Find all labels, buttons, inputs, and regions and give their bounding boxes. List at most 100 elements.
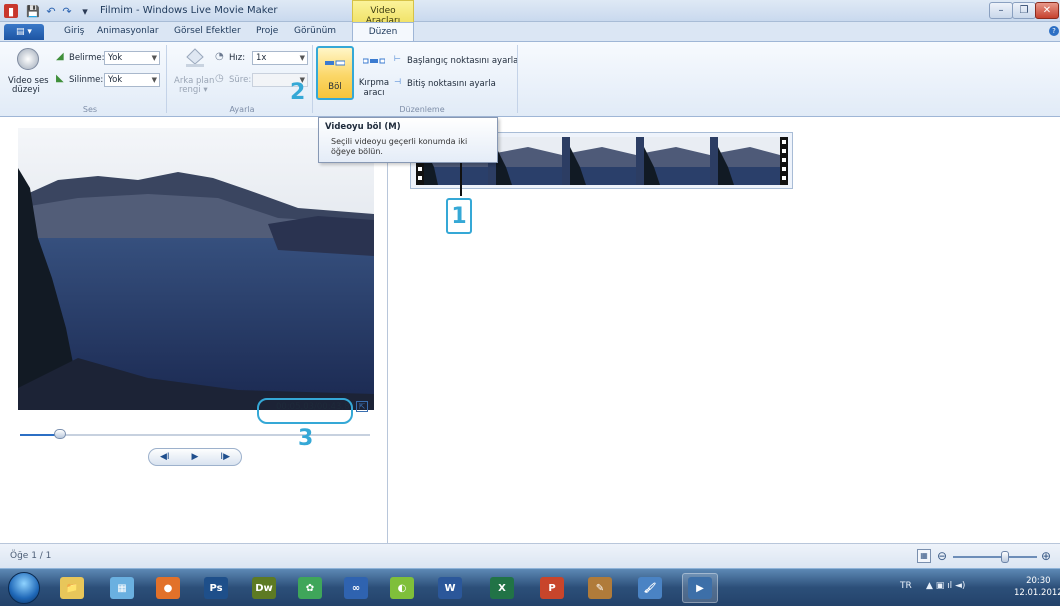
fade-out-label: Silinme: bbox=[69, 75, 104, 85]
zoom-in-button[interactable]: ⊕ bbox=[1041, 549, 1051, 563]
maximize-button[interactable]: ❐ bbox=[1012, 2, 1036, 19]
item-count: Öğe 1 / 1 bbox=[10, 551, 52, 561]
seek-bar-thumb[interactable] bbox=[54, 429, 67, 439]
tab-home[interactable]: Giriş bbox=[64, 26, 84, 36]
fade-out-select[interactable]: Yok ▼ bbox=[104, 73, 160, 87]
taskbar-explorer-icon[interactable]: 📁 bbox=[54, 573, 90, 603]
annotation-box-1: 1 bbox=[446, 198, 472, 234]
taskbar-firefox-icon[interactable]: ● bbox=[150, 573, 186, 603]
fade-in-label: Belirme: bbox=[69, 53, 105, 63]
ribbon: Video ses düzeyi ◢ Belirme: Yok ▼ ◣ Silin… bbox=[0, 41, 1060, 117]
group-label-adjust: Ayarla bbox=[229, 105, 255, 114]
zoom-slider-thumb[interactable] bbox=[1001, 551, 1010, 563]
context-tab-video-tools: Video Araçları bbox=[352, 0, 414, 26]
dreamweaver-glyph: Dw bbox=[252, 577, 276, 599]
set-end-icon: ⊣ bbox=[394, 77, 401, 86]
duration-label: Süre: bbox=[229, 75, 252, 85]
annotation-number-2: 2 bbox=[290, 80, 306, 105]
tab-animations[interactable]: Animasyonlar bbox=[97, 26, 159, 36]
playback-controls: ◀I ▶ I▶ bbox=[148, 448, 242, 466]
file-menu-button[interactable]: ▤ ▾ bbox=[4, 24, 44, 40]
video-volume-icon[interactable] bbox=[17, 48, 39, 70]
taskbar-notepad-icon[interactable]: ✎ bbox=[582, 573, 618, 603]
thumbnail-size-icon[interactable]: ▦ bbox=[917, 549, 931, 563]
taskbar-excel-icon[interactable]: X bbox=[484, 573, 520, 603]
taskbar-photoshop-icon[interactable]: Ps bbox=[198, 573, 234, 603]
app-menu-icon[interactable]: ▮ bbox=[4, 4, 18, 18]
fullscreen-icon[interactable]: ⇱ bbox=[356, 401, 368, 412]
language-indicator[interactable]: TR bbox=[900, 581, 912, 591]
close-button[interactable]: ✕ bbox=[1035, 2, 1059, 19]
video-preview[interactable] bbox=[18, 128, 374, 410]
tab-view[interactable]: Görünüm bbox=[294, 26, 336, 36]
help-icon[interactable]: ? bbox=[1049, 26, 1059, 36]
taskbar: 📁 ▦ ● Ps Dw ✿ ∞ ◐ W X P ✎ 🖌 ▶ TR ▲ ▣ ıl ◄) 20:30 12.0… bbox=[0, 568, 1060, 606]
ribbon-tabs: ▤ ▾ Giriş Animasyonlar Görsel Efektler P… bbox=[0, 22, 1060, 42]
taskbar-connector-icon[interactable]: ∞ bbox=[338, 573, 374, 603]
ribbon-separator bbox=[166, 45, 167, 113]
split-icon bbox=[325, 60, 345, 66]
undo-icon[interactable]: ↶ bbox=[44, 4, 58, 18]
title-bar: ▮ 💾 ↶ ↷ ▾ Filmim - Windows Live Movie Ma… bbox=[0, 0, 1060, 26]
tab-project[interactable]: Proje bbox=[256, 26, 278, 36]
redo-icon[interactable]: ↷ bbox=[60, 4, 74, 18]
status-bar: Öğe 1 / 1 ▦ ⊖ ⊕ bbox=[0, 543, 1060, 568]
annotation-box-3 bbox=[257, 398, 353, 424]
word-glyph: W bbox=[438, 577, 462, 599]
chevron-down-icon: ▼ bbox=[151, 76, 157, 84]
tab-visual-effects[interactable]: Görsel Efektler bbox=[174, 26, 241, 36]
taskbar-live-messenger-icon[interactable]: ✿ bbox=[292, 573, 328, 603]
trim-tool-icon[interactable] bbox=[363, 57, 385, 65]
paint-glyph: 🖌 bbox=[638, 577, 662, 599]
taskbar-word-icon[interactable]: W bbox=[432, 573, 468, 603]
live-messenger-glyph: ✿ bbox=[298, 577, 322, 599]
taskbar-paint-icon[interactable]: 🖌 bbox=[632, 573, 668, 603]
video-volume-label-2[interactable]: düzeyi bbox=[12, 85, 40, 95]
taskbar-movie-maker-icon[interactable]: ▶ bbox=[682, 573, 718, 603]
movie-maker-glyph: ▶ bbox=[688, 577, 712, 599]
annotation-number-3: 3 bbox=[298, 426, 314, 451]
set-start-point-button[interactable]: Başlangıç noktasını ayarla bbox=[407, 56, 518, 66]
start-button[interactable] bbox=[8, 572, 40, 604]
media-glyph: ◐ bbox=[390, 577, 414, 599]
previous-frame-button[interactable]: ◀I bbox=[160, 452, 170, 462]
clock-time: 20:30 bbox=[1026, 576, 1051, 586]
seek-bar[interactable] bbox=[20, 434, 370, 436]
next-frame-button[interactable]: I▶ bbox=[220, 452, 230, 462]
play-button[interactable]: ▶ bbox=[192, 452, 199, 462]
fade-out-value: Yok bbox=[108, 75, 123, 85]
chevron-down-icon: ▼ bbox=[299, 54, 305, 62]
taskbar-dreamweaver-icon[interactable]: Dw bbox=[246, 573, 282, 603]
background-color-label-2: rengi ▾ bbox=[179, 85, 208, 95]
powerpoint-glyph: P bbox=[540, 577, 564, 599]
zoom-out-button[interactable]: ⊖ bbox=[937, 549, 947, 563]
zoom-slider[interactable] bbox=[953, 556, 1037, 558]
save-icon[interactable]: 💾 bbox=[26, 4, 40, 18]
storyboard bbox=[389, 118, 1060, 543]
fade-in-value: Yok bbox=[108, 53, 123, 63]
speed-label: Hız: bbox=[229, 53, 246, 63]
taskbar-media-icon[interactable]: ◐ bbox=[384, 573, 420, 603]
customize-quick-access-icon[interactable]: ▾ bbox=[78, 4, 92, 18]
fade-out-icon: ◣ bbox=[56, 73, 64, 84]
split-label: Böl bbox=[328, 82, 342, 92]
ribbon-separator bbox=[517, 45, 518, 113]
set-end-point-button[interactable]: Bitiş noktasını ayarla bbox=[407, 79, 496, 89]
annotation-number-1: 1 bbox=[451, 203, 467, 229]
speed-icon: ◔ bbox=[215, 51, 224, 62]
trim-tool-label-1: Kırpma bbox=[358, 78, 390, 88]
trim-tool-button[interactable]: Kırpma aracı bbox=[358, 78, 390, 98]
minimize-button[interactable]: – bbox=[989, 2, 1013, 19]
split-button[interactable]: Böl bbox=[316, 46, 354, 100]
clock[interactable]: 20:30 12.01.2012 bbox=[1014, 575, 1060, 599]
taskbar-powerpoint-icon[interactable]: P bbox=[534, 573, 570, 603]
set-start-icon: ⊢ bbox=[394, 54, 401, 63]
fade-in-select[interactable]: Yok ▼ bbox=[104, 51, 160, 65]
background-color-icon bbox=[186, 48, 204, 67]
tooltip-body: Seçili videoyu geçerli konumda iki öğeye… bbox=[331, 137, 468, 156]
speed-select[interactable]: 1x ▼ bbox=[252, 51, 308, 65]
tray-icons[interactable]: ▲ ▣ ıl ◄) bbox=[926, 581, 965, 591]
photoshop-glyph: Ps bbox=[204, 577, 228, 599]
tab-edit[interactable]: Düzen bbox=[352, 22, 414, 42]
taskbar-folders-icon[interactable]: ▦ bbox=[104, 573, 140, 603]
